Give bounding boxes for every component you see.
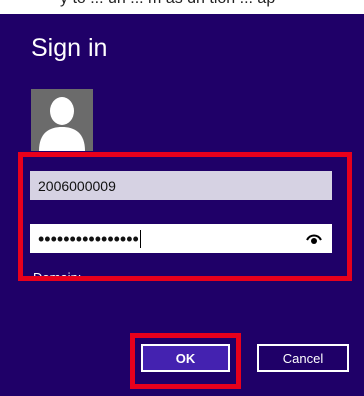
avatar xyxy=(31,89,93,151)
highlight-credentials-box xyxy=(18,152,352,281)
highlight-ok-box xyxy=(130,333,241,389)
cropped-text: y to ... un ... m as dn tion ... ap xyxy=(60,0,275,8)
user-silhouette-icon xyxy=(39,97,85,151)
cancel-button[interactable]: Cancel xyxy=(257,344,349,372)
dialog-title: Sign in xyxy=(31,34,108,62)
cropped-text-strip: y to ... un ... m as dn tion ... ap xyxy=(0,0,364,14)
